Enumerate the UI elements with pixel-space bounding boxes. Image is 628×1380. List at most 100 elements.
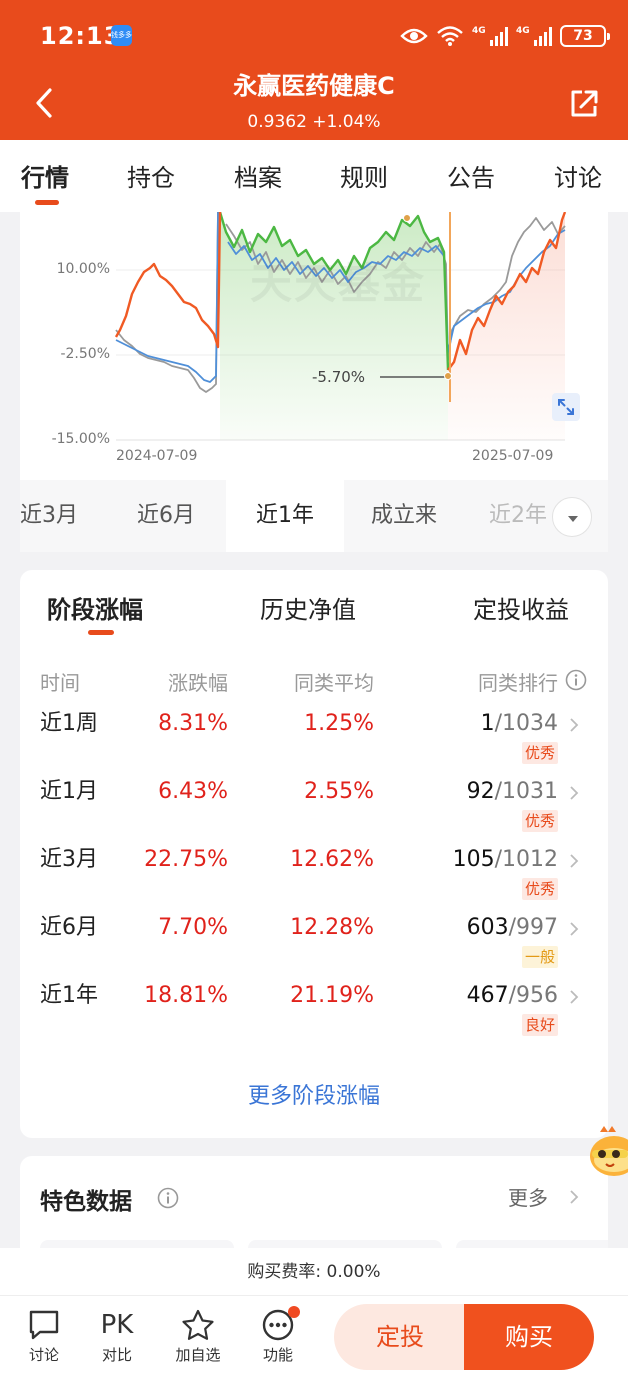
range-tab-3m[interactable]: 近3月 <box>20 480 82 552</box>
column-header-category-avg: 同类平均 <box>294 671 374 695</box>
bottom-action-bar: 讨论 PK 对比 加自选 功能 定投 购买 <box>0 1296 628 1380</box>
notification-dot <box>288 1306 300 1318</box>
main-tab-bar: 行情 持仓 档案 规则 公告 讨论 <box>0 140 628 212</box>
table-row[interactable]: 近1年 18.81% 21.19% 467/956 良好 <box>20 980 608 1048</box>
pk-icon: PK <box>100 1310 134 1340</box>
chart-range-tabs: 近3月 近6月 近1年 成立来 近2年 <box>20 480 608 552</box>
stage-returns-card: 阶段涨幅 历史净值 定投收益 时间 涨跌幅 同类平均 同类排行 近1周 8.31… <box>20 570 608 1138</box>
row-rank: 603/997 <box>466 915 558 940</box>
status-indicators: 4G 4G 73 <box>400 22 610 50</box>
row-change: 22.75% <box>144 847 228 872</box>
rank-level-badge: 优秀 <box>521 742 558 764</box>
tab-announcements[interactable]: 公告 <box>447 158 495 193</box>
row-category-avg: 2.55% <box>304 779 374 804</box>
fund-nav-change: 0.9362 +1.04% <box>247 112 381 132</box>
compare-label: 对比 <box>101 1346 132 1364</box>
discuss-label: 讨论 <box>28 1346 59 1364</box>
buy-button[interactable]: 购买 <box>464 1304 594 1370</box>
battery-icon: 73 <box>560 25 610 47</box>
tab-market[interactable]: 行情 <box>21 158 69 193</box>
chevron-right-icon <box>570 922 579 936</box>
chevron-right-icon <box>570 990 579 1004</box>
mascot-icon[interactable] <box>588 1124 628 1188</box>
row-change: 7.70% <box>158 915 228 940</box>
row-category-avg: 1.25% <box>304 711 374 736</box>
table-row[interactable]: 近1周 8.31% 1.25% 1/1034 优秀 <box>20 708 608 776</box>
buy-point-marker <box>403 214 411 222</box>
sip-invest-button[interactable]: 定投 <box>334 1304 466 1370</box>
row-change: 6.43% <box>158 779 228 804</box>
feature-data-card: 特色数据 更多 <box>20 1156 608 1256</box>
status-time: 12:13 <box>40 22 122 50</box>
tab-profile[interactable]: 档案 <box>234 158 282 193</box>
app-header: 12:13 钱多多 4G 4G 73 永赢医药健康C 0.9362 +1.04% <box>0 0 628 140</box>
discuss-button[interactable]: 讨论 <box>14 1308 74 1365</box>
range-tab-1y[interactable]: 近1年 <box>226 480 344 552</box>
tab-sip-returns[interactable]: 定投收益 <box>473 590 569 625</box>
range-tab-2y[interactable]: 近2年 <box>480 480 556 552</box>
chevron-right-icon <box>570 854 579 868</box>
signal-icon: 4G <box>516 26 552 46</box>
row-category-avg: 12.62% <box>290 847 374 872</box>
performance-chart-card: 天天基金 10.00% -2.50% -15.00% 2024-07-09 20… <box>20 212 608 552</box>
feature-data-title: 特色数据 <box>40 1189 132 1215</box>
watchlist-label: 加自选 <box>175 1346 221 1364</box>
x-tick-label: 2024-07-09 <box>116 448 198 464</box>
rank-level-badge: 良好 <box>521 1014 558 1036</box>
row-rank: 105/1012 <box>452 847 558 872</box>
info-icon[interactable] <box>565 669 587 691</box>
chevron-right-icon <box>570 718 579 732</box>
column-header-period: 时间 <box>40 671 80 695</box>
add-watchlist-button[interactable]: 加自选 <box>168 1308 228 1365</box>
column-header-change: 涨跌幅 <box>168 671 228 695</box>
row-rank: 467/956 <box>466 983 558 1008</box>
more-stage-returns-link[interactable]: 更多阶段涨幅 <box>20 1078 608 1110</box>
row-period: 近3月 <box>40 847 98 872</box>
info-icon[interactable] <box>157 1187 179 1209</box>
column-header-rank: 同类排行 <box>478 671 558 695</box>
chart-watermark: 天天基金 <box>250 259 427 308</box>
chart-area-hold <box>220 212 448 440</box>
annotation-point <box>444 372 452 380</box>
tab-nav-history[interactable]: 历史净值 <box>260 590 356 625</box>
status-bar: 12:13 钱多多 4G 4G 73 <box>0 0 628 70</box>
chevron-right-icon <box>570 1190 579 1204</box>
page-title: 永赢医药健康C <box>233 72 395 100</box>
functions-button[interactable]: 功能 <box>248 1306 308 1365</box>
row-change: 8.31% <box>158 711 228 736</box>
compare-button[interactable]: PK 对比 <box>87 1308 147 1365</box>
star-icon <box>182 1309 214 1340</box>
chart-annotation-label: -5.70% <box>312 368 366 386</box>
table-row[interactable]: 近3月 22.75% 12.62% 105/1012 优秀 <box>20 844 608 912</box>
row-period: 近6月 <box>40 915 98 940</box>
row-change: 18.81% <box>144 983 228 1008</box>
expand-icon[interactable] <box>552 393 580 421</box>
app-notification-icon: 钱多多 <box>111 25 132 46</box>
active-tab-indicator <box>35 200 59 205</box>
row-rank: 92/1031 <box>466 779 558 804</box>
eye-icon <box>400 28 428 44</box>
caret-down-icon <box>568 516 578 522</box>
row-period: 近1月 <box>40 779 98 804</box>
table-row[interactable]: 近1月 6.43% 2.55% 92/1031 优秀 <box>20 776 608 844</box>
rank-level-badge: 一般 <box>521 946 558 968</box>
table-row[interactable]: 近6月 7.70% 12.28% 603/997 一般 <box>20 912 608 980</box>
y-tick-label: -15.00% <box>51 431 110 447</box>
y-tick-label: -2.50% <box>60 346 110 362</box>
row-period: 近1年 <box>40 983 98 1008</box>
tab-holdings[interactable]: 持仓 <box>127 158 175 193</box>
feature-more-link[interactable]: 更多 <box>508 1182 548 1211</box>
row-category-avg: 21.19% <box>290 983 374 1008</box>
tab-discussion[interactable]: 讨论 <box>554 158 602 193</box>
range-tab-6m[interactable]: 近6月 <box>108 480 224 552</box>
row-category-avg: 12.28% <box>290 915 374 940</box>
share-icon[interactable] <box>568 88 600 120</box>
wifi-icon <box>437 26 463 46</box>
x-tick-label: 2025-07-09 <box>472 448 554 464</box>
range-tab-since-inception[interactable]: 成立来 <box>346 480 462 552</box>
range-more-button[interactable] <box>552 497 592 537</box>
rank-level-badge: 优秀 <box>521 810 558 832</box>
tab-stage-returns[interactable]: 阶段涨幅 <box>47 590 143 625</box>
row-rank: 1/1034 <box>480 711 558 736</box>
tab-rules[interactable]: 规则 <box>340 158 388 193</box>
